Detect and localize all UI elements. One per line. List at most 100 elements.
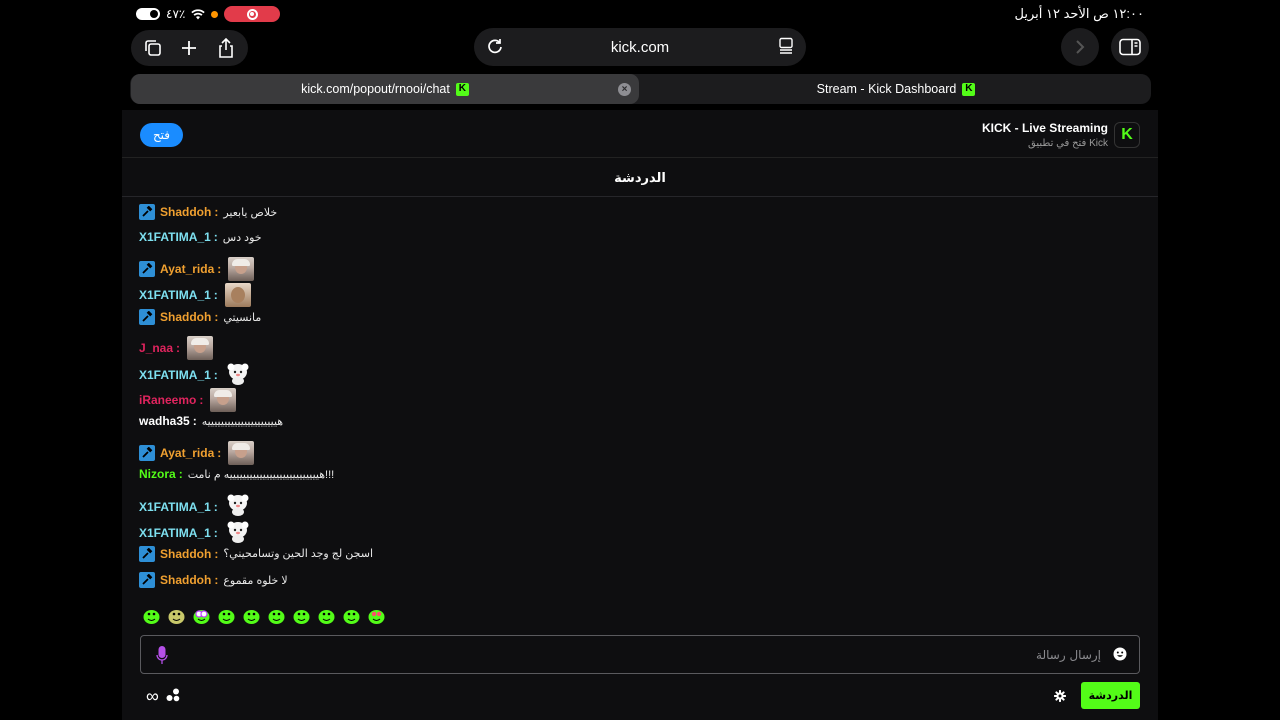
moderator-badge-icon [139,572,155,589]
app-info: KICK - Live Streaming فتح في تطبيق Kick [982,121,1108,149]
new-tab-button[interactable] [173,32,205,64]
app-title: KICK - Live Streaming [981,121,1108,135]
photo-emote-icon [228,440,255,465]
moderator-badge-icon [139,545,155,562]
plus-icon [182,41,197,55]
chat-message-text: لا خلوه مقموع [223,574,288,587]
screen-recording-indicator[interactable] [224,6,281,22]
address-bar[interactable]: kick.com [474,28,806,66]
moderator-badge-icon [139,204,155,220]
chat-username[interactable]: X1FATIMA_1 [139,368,211,382]
send-chat-button[interactable]: الدردشة [1081,682,1140,709]
gift-box-emote-icon[interactable] [167,606,186,625]
chat-message-text: خود دس [222,231,262,244]
dots-cluster-icon [166,688,180,702]
chat-settings-button[interactable] [1054,689,1066,707]
chat-separator: : [178,467,183,481]
chat-input-box[interactable] [140,635,1140,674]
chat-message: wadha35: هيييييييييييييييييييييه [139,414,283,428]
share-button[interactable] [210,32,242,64]
browser-toolbar: kick.com [0,28,1280,68]
record-icon [246,8,258,20]
frog-headphones-emote-icon[interactable] [242,606,261,625]
chat-message: J_naa: [139,335,214,360]
chat-username[interactable]: X1FATIMA_1 [139,500,211,514]
frog-hat-emote-icon[interactable] [142,606,161,625]
frog-happy-emote-icon[interactable] [292,606,311,625]
frog-smile-emote-icon[interactable] [217,606,236,625]
chat-message: Ayat_rida: [139,440,255,465]
reader-button[interactable] [778,37,794,60]
frog-grin-emote-icon[interactable] [267,606,286,625]
frog-love-emote-icon[interactable] [367,606,386,625]
chat-separator: : [199,393,204,408]
chat-username[interactable]: Nizora [139,467,176,481]
chat-username[interactable]: iRaneemo [139,393,196,407]
microphone-button[interactable] [156,645,168,670]
chat-separator: : [217,261,222,276]
sidebar-toggle-button[interactable] [1111,28,1149,66]
chat-username[interactable]: Shaddoh [160,547,211,561]
chat-message: Shaddoh: خلاص يابعير [139,204,277,220]
chat-separator: : [213,368,218,383]
gear-icon [1054,690,1066,702]
mascot-emote-icon [225,493,251,520]
chat-separator: : [213,499,218,514]
chat-username[interactable]: X1FATIMA_1 [139,526,211,540]
chat-messages: Shaddoh: خلاص يابعير X1FATIMA_1: خود دس Ayat… [122,198,1158,608]
chat-username[interactable]: J_naa [139,341,173,355]
infinity-icon[interactable]: ∞ [146,686,159,707]
tab-kick-dashboard[interactable]: Stream - Kick Dashboard K [642,74,1150,104]
chat-message-input[interactable] [181,644,1101,666]
chat-username[interactable]: Shaddoh [160,310,211,324]
chat-username[interactable]: wadha35 [139,414,190,428]
chat-message-text: اسجن لج وجد الحين وتسامحيني؟ [223,548,374,561]
chat-message-text: هيييييييييييييييييييييه [201,415,284,428]
chat-username[interactable]: Shaddoh [160,205,211,219]
frog-wave-emote-icon[interactable] [317,606,336,625]
chat-message: Shaddoh: اسجن لج وجد الحين وتسامحيني؟ [139,545,374,562]
sidebar-icon [1119,38,1141,56]
tabs-icon [145,40,161,56]
chat-message: Shaddoh: مانسيتي [139,309,261,326]
status-datetime: ١٢:٠٠ ص الأحد ١٢ أبريل [1014,6,1144,21]
chat-message: X1FATIMA_1: [139,493,251,520]
photo-emote-icon [187,335,214,360]
chat-separator: : [214,546,219,561]
moderator-badge-icon [139,260,155,277]
chat-message-text: هيييييييييييييييييييييييييييه م نامت!!! [187,468,335,481]
chevron-right-icon [1076,40,1085,54]
moderator-badge-icon [139,309,155,326]
chat-message: X1FATIMA_1: [139,282,251,307]
chat-username[interactable]: Ayat_rida [160,446,214,460]
battery-icon [136,8,160,20]
frog-glasses-emote-icon[interactable] [192,606,211,625]
chat-separator: : [213,230,218,245]
frog-flex-emote-icon[interactable] [342,606,361,625]
chat-username[interactable]: X1FATIMA_1 [139,288,211,302]
chat-separator: : [213,526,218,541]
open-app-button[interactable]: فتح [140,123,183,147]
chat-username[interactable]: Shaddoh [160,573,211,587]
tab-label: kick.com/popout/rnooi/chat [301,82,450,96]
kick-favicon-icon: K [455,82,469,96]
chat-username[interactable]: X1FATIMA_1 [139,230,211,244]
page-content: فتح KICK - Live Streaming فتح في تطبيق K… [122,110,1158,720]
tabs-overview-button[interactable] [137,32,169,64]
tab-kick-popout-chat[interactable]: kick.com/popout/rnooi/chat K × [131,74,639,104]
forward-button[interactable] [1061,28,1099,66]
chat-username[interactable]: Ayat_rida [160,262,214,276]
chat-message: Nizora: هيييييييييييييييييييييييييييه م ن… [139,467,334,481]
microphone-icon [156,646,168,664]
emoji-picker-button[interactable] [1113,647,1127,666]
app-banner: فتح KICK - Live Streaming فتح في تطبيق K… [122,110,1158,158]
chat-message: X1FATIMA_1: [139,362,251,389]
chat-message: X1FATIMA_1: [139,520,251,547]
close-tab-button[interactable]: × [618,83,631,96]
reload-button[interactable] [484,35,506,62]
kick-app-icon: K [1114,122,1140,148]
url-text[interactable]: kick.com [611,39,669,56]
more-options-button[interactable] [166,688,180,707]
reader-icon [779,37,793,54]
photo-emote-icon [228,256,255,281]
